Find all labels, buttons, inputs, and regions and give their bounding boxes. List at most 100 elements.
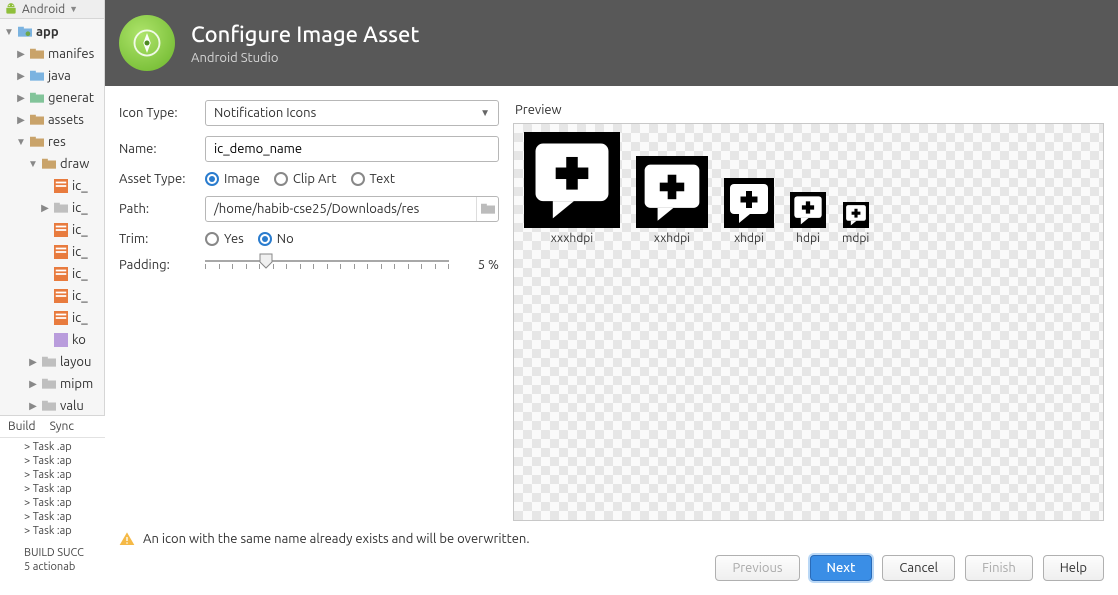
cancel-button[interactable]: Cancel bbox=[882, 555, 955, 581]
folder-icon bbox=[30, 48, 44, 60]
notification-icon-preview bbox=[636, 156, 708, 228]
notification-icon-preview bbox=[843, 202, 869, 228]
tree-file-ic3[interactable]: ic_ bbox=[4, 219, 104, 241]
tree-file-kotlin[interactable]: ko bbox=[4, 329, 104, 351]
caret-right-icon: ▶ bbox=[16, 109, 26, 131]
tree-folder-manifests[interactable]: ▶manifes bbox=[4, 43, 104, 65]
asset-type-text-radio[interactable]: Text bbox=[351, 172, 395, 186]
folder-icon bbox=[42, 158, 56, 170]
chevron-down-icon: ▼ bbox=[69, 4, 78, 14]
project-view-selector[interactable]: Android ▼ bbox=[0, 0, 104, 19]
caret-right-icon: ▶ bbox=[16, 43, 26, 65]
path-input[interactable]: /home/habib-cse25/Downloads/res bbox=[205, 196, 499, 222]
trim-no-radio[interactable]: No bbox=[258, 232, 294, 246]
trim-yes-radio[interactable]: Yes bbox=[205, 232, 244, 246]
tree-file-ic1[interactable]: ic_ bbox=[4, 175, 104, 197]
radio-checked-icon bbox=[205, 172, 219, 186]
asset-type-image-radio[interactable]: Image bbox=[205, 172, 260, 186]
xml-icon bbox=[54, 289, 68, 303]
radio-icon bbox=[205, 232, 219, 246]
chevron-down-icon: ▼ bbox=[480, 107, 490, 119]
tree-file-ic6[interactable]: ic_ bbox=[4, 285, 104, 307]
caret-down-icon: ▼ bbox=[4, 21, 14, 43]
project-tree[interactable]: ▼ app ▶manifes ▶java ▶generat ▶assets ▼r… bbox=[0, 19, 104, 417]
project-view-label: Android bbox=[22, 3, 65, 16]
previous-button[interactable]: Previous bbox=[715, 555, 799, 581]
console-tab-build[interactable]: Build bbox=[8, 420, 36, 433]
android-icon bbox=[4, 2, 18, 16]
tree-file-ic7[interactable]: ic_ bbox=[4, 307, 104, 329]
build-console: Build Sync > Task .ap > Task :ap > Task … bbox=[0, 415, 105, 595]
path-label: Path: bbox=[119, 202, 205, 216]
name-label: Name: bbox=[119, 142, 205, 156]
browse-button[interactable] bbox=[476, 197, 498, 221]
android-studio-logo bbox=[119, 15, 175, 71]
tree-file-ic5[interactable]: ic_ bbox=[4, 263, 104, 285]
help-button[interactable]: Help bbox=[1043, 555, 1104, 581]
xml-icon bbox=[54, 245, 68, 259]
density-preview-mdpi: mdpi bbox=[842, 202, 869, 245]
dialog-header: Configure Image Asset Android Studio bbox=[105, 0, 1118, 86]
caret-right-icon: ▶ bbox=[16, 65, 26, 87]
slider-thumb-icon[interactable] bbox=[259, 253, 273, 269]
density-preview-xxxhdpi: xxxhdpi bbox=[524, 132, 620, 245]
preview-label: Preview bbox=[515, 103, 1104, 117]
density-label: xxxhdpi bbox=[551, 232, 593, 245]
tree-folder-layout[interactable]: ▶layou bbox=[4, 351, 104, 373]
notification-icon-preview bbox=[524, 132, 620, 228]
folder-icon bbox=[42, 400, 56, 412]
next-button[interactable]: Next bbox=[810, 555, 873, 581]
radio-icon bbox=[274, 172, 288, 186]
padding-slider[interactable] bbox=[205, 256, 449, 274]
asset-type-label: Asset Type: bbox=[119, 172, 205, 186]
caret-down-icon: ▼ bbox=[28, 153, 38, 175]
folder-icon bbox=[30, 136, 44, 148]
tree-folder-drawable[interactable]: ▼draw bbox=[4, 153, 104, 175]
tree-file-ic4[interactable]: ic_ bbox=[4, 241, 104, 263]
tree-folder-java[interactable]: ▶java bbox=[4, 65, 104, 87]
density-label: xxhdpi bbox=[654, 232, 690, 245]
trim-label: Trim: bbox=[119, 232, 205, 246]
form-panel: Icon Type: Notification Icons ▼ Name: As… bbox=[119, 100, 499, 521]
tree-module-app[interactable]: ▼ app bbox=[4, 21, 104, 43]
xml-icon bbox=[54, 267, 68, 281]
tree-folder-values[interactable]: ▶valu bbox=[4, 395, 104, 417]
xml-icon bbox=[54, 223, 68, 237]
notification-icon-preview bbox=[724, 178, 774, 228]
xml-icon bbox=[54, 179, 68, 193]
console-tab-sync[interactable]: Sync bbox=[50, 420, 74, 433]
caret-down-icon: ▼ bbox=[16, 131, 26, 153]
finish-button[interactable]: Finish bbox=[965, 555, 1033, 581]
folder-icon bbox=[42, 356, 56, 368]
radio-icon bbox=[351, 172, 365, 186]
padding-value: 5 % bbox=[459, 258, 499, 272]
density-label: mdpi bbox=[842, 232, 869, 245]
folder-icon bbox=[481, 203, 495, 215]
dialog-footer: Previous Next Cancel Finish Help bbox=[105, 547, 1118, 595]
density-label: xhdpi bbox=[734, 232, 764, 245]
asset-type-clipart-radio[interactable]: Clip Art bbox=[274, 172, 337, 186]
tree-folder-mipmap[interactable]: ▶mipm bbox=[4, 373, 104, 395]
compass-icon bbox=[132, 28, 162, 58]
tree-folder-assets[interactable]: ▶assets bbox=[4, 109, 104, 131]
tree-folder-generated[interactable]: ▶generat bbox=[4, 87, 104, 109]
density-preview-hdpi: hdpi bbox=[790, 192, 826, 245]
caret-right-icon: ▶ bbox=[28, 395, 38, 417]
warning-message: An icon with the same name already exist… bbox=[105, 521, 1118, 547]
radio-checked-icon bbox=[258, 232, 272, 246]
preview-area: xxxhdpi xxhdpi xhdpi hdpi bbox=[513, 123, 1104, 521]
folder-icon bbox=[30, 70, 44, 82]
folder-icon bbox=[30, 92, 44, 104]
tree-file-ic2[interactable]: ▶ic_ bbox=[4, 197, 104, 219]
folder-icon bbox=[30, 114, 44, 126]
tree-folder-res[interactable]: ▼res bbox=[4, 131, 104, 153]
icon-type-combo[interactable]: Notification Icons ▼ bbox=[205, 100, 499, 126]
padding-label: Padding: bbox=[119, 258, 205, 272]
folder-icon bbox=[42, 378, 56, 390]
folder-icon bbox=[54, 202, 68, 214]
caret-right-icon: ▶ bbox=[28, 373, 38, 395]
density-preview-xhdpi: xhdpi bbox=[724, 178, 774, 245]
name-input[interactable] bbox=[205, 136, 499, 162]
dialog-subtitle: Android Studio bbox=[191, 51, 419, 65]
module-icon bbox=[18, 26, 32, 38]
